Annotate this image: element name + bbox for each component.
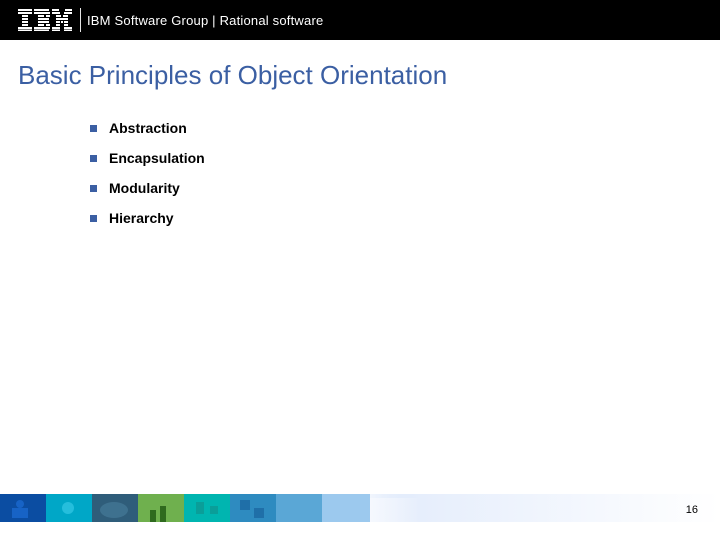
footer-art [0,494,370,522]
slide: IBM Software Group | Rational software B… [0,0,720,540]
bullet-icon [90,185,97,192]
header-bar: IBM Software Group | Rational software [0,0,720,40]
bullet-text: Hierarchy [109,210,174,226]
list-item: Hierarchy [90,210,680,226]
bullet-icon [90,155,97,162]
bullet-list: Abstraction Encapsulation Modularity Hie… [90,120,680,240]
bullet-icon [90,215,97,222]
page-title: Basic Principles of Object Orientation [18,60,447,91]
ibm-logo [18,9,72,31]
header-breadcrumb: IBM Software Group | Rational software [87,13,323,28]
bullet-text: Abstraction [109,120,187,136]
list-item: Encapsulation [90,150,680,166]
list-item: Abstraction [90,120,680,136]
bullet-text: Encapsulation [109,150,205,166]
page-number: 16 [686,504,698,516]
bullet-icon [90,125,97,132]
bullet-text: Modularity [109,180,180,196]
header-divider [80,8,81,32]
list-item: Modularity [90,180,680,196]
